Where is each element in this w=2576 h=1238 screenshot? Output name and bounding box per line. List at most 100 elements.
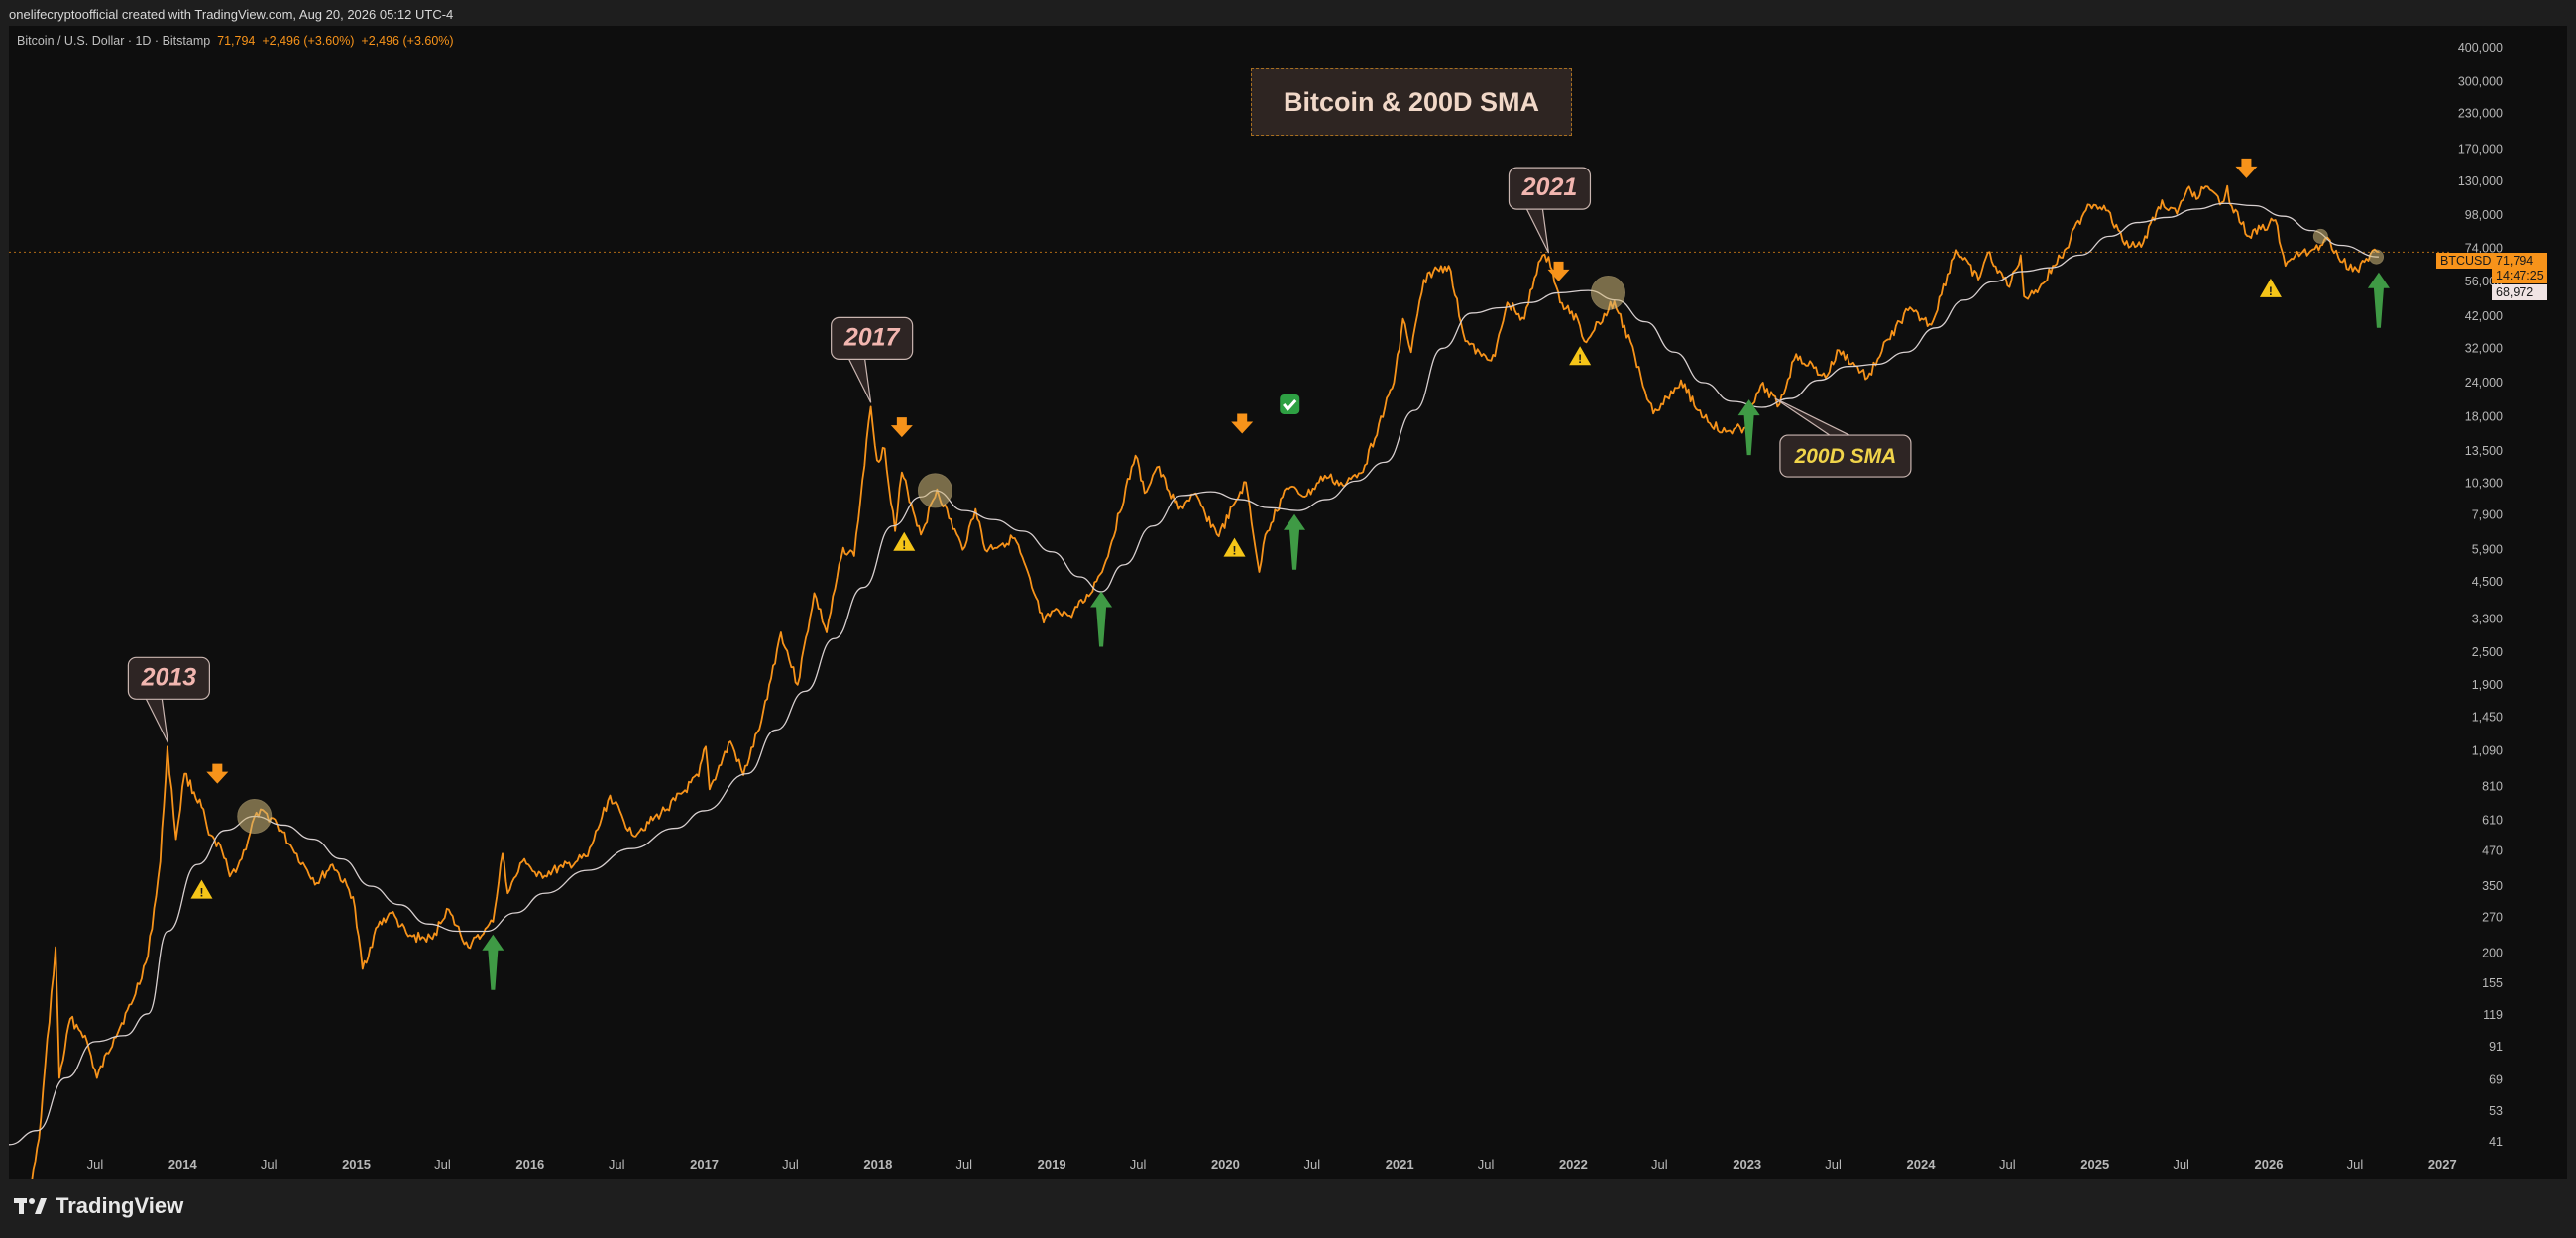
symbol-legend: Bitcoin / U.S. Dollar · 1D · Bitstamp 71… [17, 34, 454, 48]
x-tick-label: 2017 [690, 1157, 719, 1172]
price-tag: 71,794 [2492, 253, 2547, 269]
x-tick-label: 2019 [1038, 1157, 1066, 1172]
attribution-bar: onelifecryptoofficial created with Tradi… [0, 0, 2576, 26]
y-tick-label: 10,300 [2465, 477, 2503, 491]
down-arrow-icon [1231, 413, 1254, 434]
x-tick-label: 2018 [863, 1157, 892, 1172]
x-tick-label: 2014 [168, 1157, 198, 1172]
y-tick-label: 41 [2489, 1135, 2503, 1149]
label-text: 2021 [1521, 173, 1578, 201]
x-tick-label: Jul [1478, 1157, 1495, 1172]
sma-tag: 68,972 [2492, 284, 2547, 300]
countdown-tag: 14:47:25 [2492, 268, 2547, 283]
highlight-circle [2312, 228, 2328, 244]
y-tick-label: 1,450 [2472, 710, 2503, 724]
y-tick-label: 7,900 [2472, 508, 2503, 522]
y-tick-label: 18,000 [2465, 410, 2503, 424]
x-tick-label: 2016 [515, 1157, 544, 1172]
y-tick-label: 32,000 [2465, 341, 2503, 355]
price-change-percent: +2,496 (+3.60%) [361, 34, 454, 48]
x-tick-label: 2027 [2428, 1157, 2457, 1172]
y-tick-label: 13,500 [2465, 444, 2503, 458]
y-tick-label: 470 [2482, 844, 2503, 858]
chart-title: Bitcoin & 200D SMA [1251, 68, 1572, 136]
up-arrow-icon [1090, 591, 1113, 647]
x-tick-label: Jul [1651, 1157, 1668, 1172]
y-tick-label: 91 [2489, 1040, 2503, 1054]
y-tick-label: 270 [2482, 910, 2503, 924]
x-tick-label: 2022 [1559, 1157, 1588, 1172]
x-tick-label: 2026 [2255, 1157, 2284, 1172]
chart-area[interactable]: 2013 2017 2021 200D SMA!!!!! 41 53 69 91 119 155… [9, 26, 2567, 1179]
x-tick-label: Jul [1130, 1157, 1147, 1172]
tradingview-logo-icon [14, 1198, 47, 1214]
y-tick-label: 230,000 [2458, 106, 2503, 120]
brand-name: TradingView [56, 1193, 184, 1218]
sma-200d-line [9, 202, 2379, 1146]
y-tick-label: 3,300 [2472, 612, 2503, 625]
x-tick-label: Jul [955, 1157, 972, 1172]
x-tick-label: Jul [1825, 1157, 1842, 1172]
label-text: 200D SMA [1794, 445, 1897, 468]
warning-icon-mark: ! [199, 886, 203, 900]
ticker-tag: BTCUSD [2436, 253, 2496, 269]
y-tick-label: 119 [2483, 1008, 2503, 1022]
series-layer [9, 184, 2449, 1179]
y-tick-label: 810 [2482, 779, 2503, 793]
y-tick-label: 300,000 [2458, 74, 2503, 88]
x-tick-label: Jul [434, 1157, 451, 1172]
x-tick-label: Jul [261, 1157, 278, 1172]
y-tick-label: 4,500 [2472, 575, 2503, 589]
check-icon [1280, 394, 1300, 414]
tradingview-logo[interactable]: TradingView [14, 1193, 183, 1219]
label-text: 2013 [141, 663, 197, 691]
y-tick-label: 130,000 [2458, 174, 2503, 188]
x-tick-label: 2021 [1386, 1157, 1414, 1172]
x-tick-label: Jul [1303, 1157, 1320, 1172]
x-tick-label: 2025 [2080, 1157, 2109, 1172]
up-arrow-icon [1737, 399, 1760, 456]
x-tick-label: 2015 [342, 1157, 371, 1172]
warning-icon-mark: ! [2269, 284, 2273, 298]
warning-icon-mark: ! [902, 538, 906, 552]
annotation-layer: 2013 2017 2021 200D SMA!!!!! [127, 158, 2390, 990]
x-tick-label: Jul [2347, 1157, 2364, 1172]
label-text: 2017 [843, 323, 901, 351]
warning-icon-mark: ! [1233, 544, 1237, 558]
x-tick-label: Jul [782, 1157, 799, 1172]
x-tick-label: Jul [87, 1157, 104, 1172]
x-tick-label: 2024 [1907, 1157, 1937, 1172]
highlight-circle [2369, 249, 2385, 265]
y-tick-label: 69 [2489, 1072, 2503, 1086]
x-tick-label: Jul [2173, 1157, 2189, 1172]
axis-layer: 41 53 69 91 119 155 200 270 350 470 610 810 1,090 1,4… [87, 41, 2503, 1172]
down-arrow-icon [2235, 158, 2258, 178]
label-pointer [1774, 397, 1850, 436]
up-arrow-icon [482, 934, 504, 990]
y-tick-label: 2,500 [2472, 645, 2503, 659]
price-change: +2,496 (+3.60%) [262, 34, 355, 48]
up-arrow-icon [1284, 513, 1306, 570]
y-tick-label: 42,000 [2465, 309, 2503, 323]
y-tick-label: 53 [2489, 1104, 2503, 1118]
highlight-circle [1590, 275, 1625, 310]
y-tick-label: 170,000 [2458, 143, 2503, 157]
attribution-text: onelifecryptoofficial created with Tradi… [9, 7, 454, 22]
y-tick-label: 350 [2482, 879, 2503, 893]
y-tick-label: 5,900 [2472, 543, 2503, 557]
highlight-circle [917, 473, 952, 508]
last-price: 71,794 [217, 34, 256, 48]
y-tick-label: 400,000 [2458, 41, 2503, 55]
up-arrow-icon [2367, 272, 2390, 328]
x-tick-label: 2023 [1733, 1157, 1761, 1172]
highlight-circle [237, 799, 273, 835]
y-tick-label: 200 [2482, 946, 2503, 959]
price-chart[interactable]: 2013 2017 2021 200D SMA!!!!! 41 53 69 91 119 155… [9, 26, 2567, 1179]
label-pointer [848, 359, 872, 403]
y-tick-label: 155 [2482, 976, 2503, 990]
down-arrow-icon [206, 763, 229, 784]
btcusd-price-line [31, 184, 2380, 1179]
y-tick-label: 610 [2482, 813, 2503, 827]
y-tick-label: 1,090 [2472, 744, 2503, 758]
x-tick-label: Jul [1999, 1157, 2016, 1172]
